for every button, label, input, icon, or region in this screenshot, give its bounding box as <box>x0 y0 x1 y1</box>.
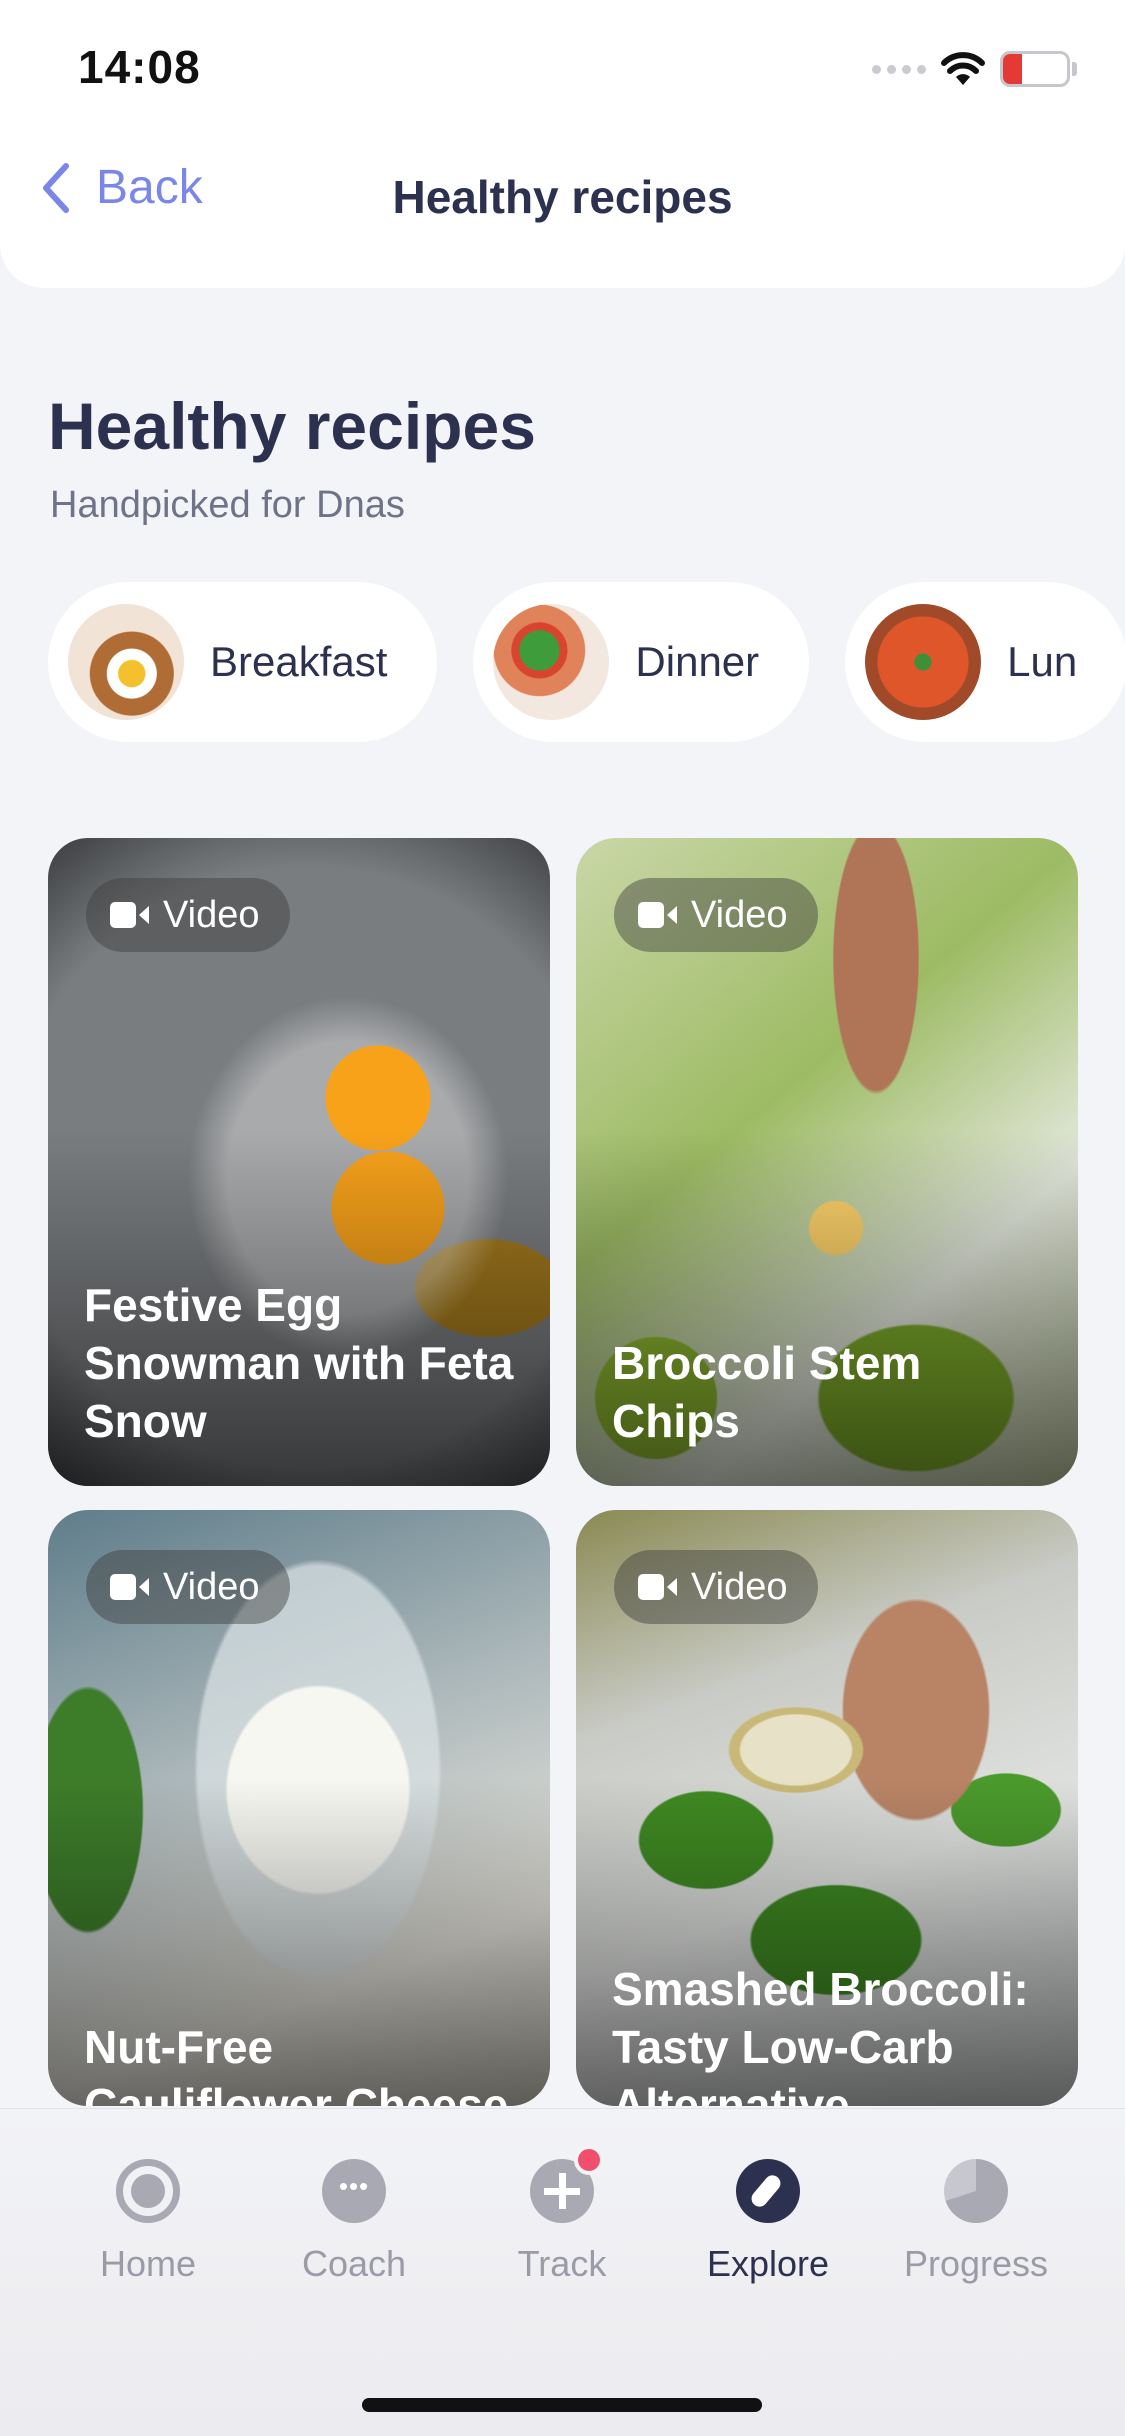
video-badge: Video <box>86 878 290 952</box>
video-badge-label: Video <box>691 1565 788 1608</box>
dinner-thumbnail <box>493 604 610 720</box>
tab-track[interactable]: Track <box>462 2145 662 2285</box>
lunch-thumbnail <box>865 604 982 720</box>
tab-explore[interactable]: Explore <box>668 2159 868 2285</box>
video-camera-icon <box>110 902 149 928</box>
nav-title: Healthy recipes <box>392 171 733 223</box>
video-badge: Video <box>614 1550 818 1624</box>
category-chip-breakfast[interactable]: Breakfast <box>48 582 438 742</box>
tab-bar: Home Coach Track Explore Progress <box>0 2108 1125 2436</box>
tab-label: Home <box>99 2243 197 2284</box>
recipe-card[interactable]: Video Nut-Free Cauliflower Cheese <box>48 1510 550 2106</box>
video-badge-label: Video <box>163 893 260 936</box>
recipe-card[interactable]: Video Broccoli Stem Chips <box>576 838 1078 1486</box>
top-bar: 14:08 13 Back Healthy recipes <box>0 0 1125 288</box>
home-icon <box>116 2159 180 2223</box>
category-chips: Breakfast Dinner Lun <box>48 582 1125 742</box>
recipe-card[interactable]: Video Festive Egg Snowman with Feta Snow <box>48 838 550 1486</box>
wifi-icon <box>941 52 985 85</box>
status-icons: 13 <box>872 48 1077 90</box>
video-badge-label: Video <box>163 1565 260 1608</box>
breakfast-thumbnail <box>68 604 184 720</box>
tab-progress[interactable]: Progress <box>876 2159 1076 2285</box>
screen: 14:08 13 Back Healthy recipes Healthy re… <box>0 0 1125 2436</box>
category-label: Breakfast <box>210 638 388 685</box>
plus-icon <box>530 2145 604 2223</box>
video-camera-icon <box>638 902 677 928</box>
tab-home[interactable]: Home <box>48 2159 248 2285</box>
tab-label: Explore <box>706 2243 830 2284</box>
pie-chart-icon <box>944 2159 1008 2223</box>
video-camera-icon <box>638 1574 677 1600</box>
recipe-title: Nut-Free Cauliflower Cheese <box>84 2021 509 2106</box>
recipe-title: Broccoli Stem Chips <box>612 1337 922 1447</box>
home-indicator <box>362 2398 762 2412</box>
battery-level: 13 <box>1020 53 1050 84</box>
recipe-card[interactable]: Video Smashed Broccoli: Tasty Low-Carb A… <box>576 1510 1078 2106</box>
chat-icon <box>322 2159 386 2223</box>
tab-coach[interactable]: Coach <box>254 2159 454 2285</box>
category-label: Dinner <box>635 638 760 685</box>
compass-icon <box>736 2159 800 2223</box>
tab-label: Progress <box>903 2243 1049 2284</box>
video-camera-icon <box>110 1574 149 1600</box>
category-label: Lun <box>1007 638 1078 685</box>
page-title: Healthy recipes <box>48 389 536 463</box>
video-badge: Video <box>614 878 818 952</box>
page-subtitle: Handpicked for Dnas <box>50 484 405 526</box>
notification-dot <box>574 2145 604 2175</box>
tab-label: Track <box>517 2243 607 2284</box>
battery-cap <box>1072 62 1077 76</box>
recipe-title: Festive Egg Snowman with Feta Snow <box>84 1279 514 1447</box>
tab-label: Coach <box>301 2243 407 2284</box>
cellular-signal-icon <box>872 64 926 74</box>
category-chip-dinner[interactable]: Dinner <box>473 582 810 742</box>
recipe-title: Smashed Broccoli: Tasty Low-Carb Alterna… <box>612 1963 1029 2106</box>
battery-icon: 13 <box>1000 51 1070 87</box>
status-time: 14:08 <box>78 41 201 93</box>
video-badge: Video <box>86 1550 290 1624</box>
video-badge-label: Video <box>691 893 788 936</box>
category-chip-lunch[interactable]: Lun <box>845 582 1125 742</box>
